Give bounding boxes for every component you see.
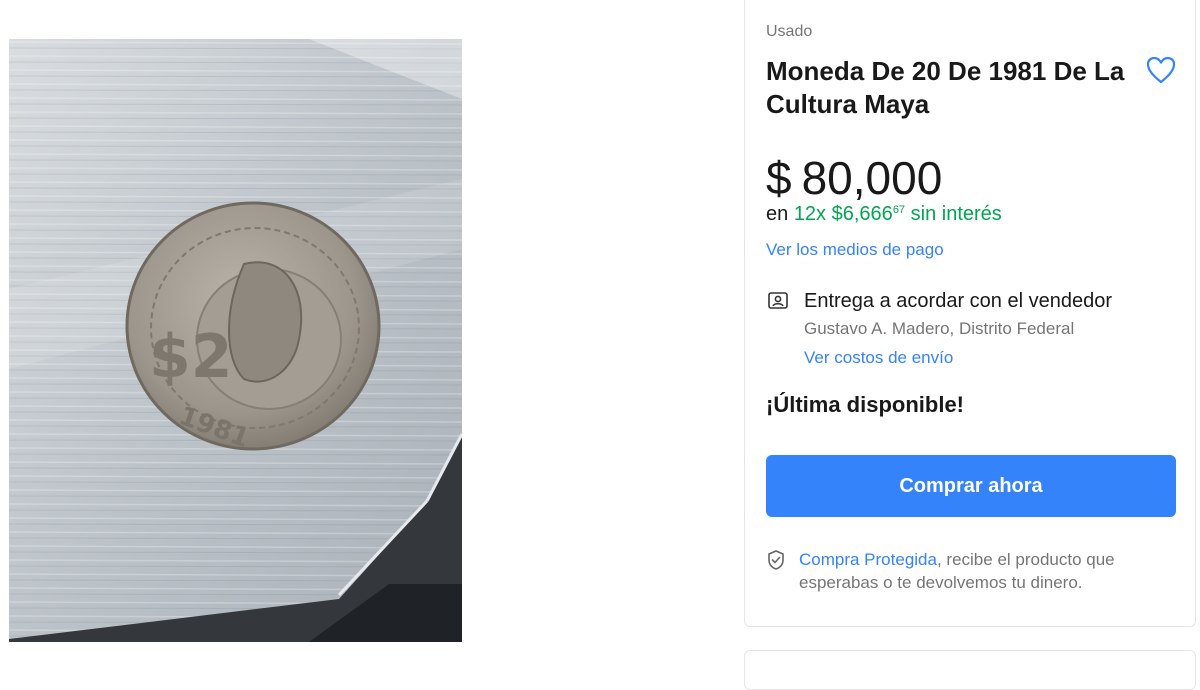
shipping-title: Entrega a acordar con el vendedor (804, 290, 1112, 312)
product-image[interactable]: $20 1981 (9, 39, 462, 642)
installment-cents: 67 (892, 204, 906, 216)
shipping-costs-link[interactable]: Ver costos de envío (804, 348, 953, 368)
heart-outline-icon (1146, 56, 1176, 84)
shield-check-icon (766, 549, 786, 571)
condition-label: Usado (766, 23, 813, 40)
purchase-protection-text: Compra Protegida, recibe el producto que… (799, 548, 1169, 594)
installment-amount: 6,666 (842, 203, 893, 225)
protected-purchase-link[interactable]: Compra Protegida (799, 550, 937, 569)
installments-prefix: en (766, 203, 789, 225)
installment-currency: $ (831, 203, 843, 225)
installments-info: en 12x $6,66667 sin interés (766, 203, 1002, 226)
stock-status: ¡Última disponible! (766, 392, 964, 417)
coin-photo: $20 1981 (9, 39, 462, 642)
product-title: Moneda De 20 De 1981 De La Cultura Maya (766, 56, 1125, 119)
buy-now-button[interactable]: Comprar ahora (766, 455, 1176, 517)
secondary-box (744, 650, 1196, 690)
price-amount: 80,000 (801, 152, 943, 204)
installments-suffix: sin interés (910, 203, 1002, 225)
shipping-location: Gustavo A. Madero, Distrito Federal (804, 319, 1075, 338)
favorite-button[interactable] (1145, 55, 1177, 85)
installments-count: 12x (793, 203, 827, 225)
location-person-icon (767, 290, 789, 312)
payment-methods-link[interactable]: Ver los medios de pago (766, 240, 944, 260)
price: $ 80,000 (766, 150, 942, 206)
price-currency: $ (766, 152, 792, 204)
